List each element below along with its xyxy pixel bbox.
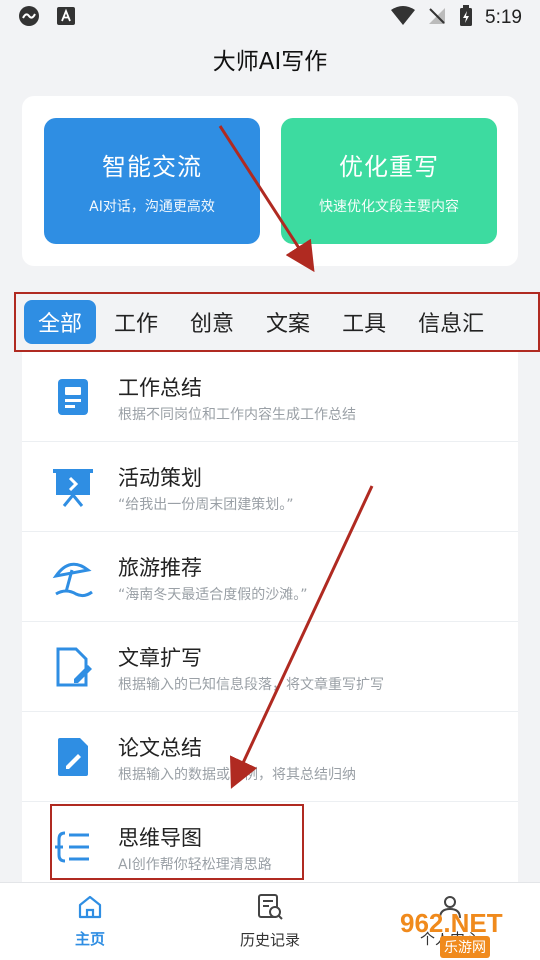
bottom-nav: 主页 历史记录 个人中心 (0, 882, 540, 960)
tab-copywriting[interactable]: 文案 (266, 306, 310, 338)
smart-chat-subtitle: AI对话，沟通更高效 (89, 198, 215, 215)
list-item-title: 文章扩写 (118, 646, 202, 670)
list-item-desc: AI创作帮你轻松理清思路 (118, 857, 272, 873)
tab-all[interactable]: 全部 (24, 300, 97, 344)
smart-chat-title: 智能交流 (102, 152, 202, 181)
list-item-paper-summary[interactable]: 论文总结 根据输入的数据或条例，将其总结归纳 (22, 712, 518, 802)
list-item-title: 论文总结 (118, 736, 202, 760)
app-notification-icon (18, 5, 40, 31)
feature-panel: 智能交流 AI对话，沟通更高效 优化重写 快速优化文段主要内容 (22, 96, 518, 266)
rewrite-title: 优化重写 (339, 152, 439, 181)
font-notification-icon (56, 6, 76, 30)
list-item-event-planning[interactable]: 活动策划 “给我出一份周末团建策划。” (22, 442, 518, 532)
list-item-title: 活动策划 (118, 466, 202, 490)
clock: 5:19 (485, 7, 522, 28)
list-item-work-summary[interactable]: 工作总结 根据不同岗位和工作内容生成工作总结 (22, 352, 518, 442)
presentation-icon (50, 464, 96, 510)
history-icon (256, 893, 284, 925)
status-bar: 5:19 (0, 0, 540, 36)
battery-icon (459, 5, 473, 31)
category-tabs: 全部 工作 创意 文案 工具 信息汇 (14, 292, 540, 352)
rewrite-subtitle: 快速优化文段主要内容 (319, 198, 459, 215)
nav-home-label: 主页 (74, 930, 105, 948)
smart-chat-card[interactable]: 智能交流 AI对话，沟通更高效 (44, 118, 260, 244)
tab-tools[interactable]: 工具 (342, 306, 386, 338)
list-item-mind-map[interactable]: 思维导图 AI创作帮你轻松理清思路 (22, 802, 518, 882)
list-item-desc: 根据不同岗位和工作内容生成工作总结 (118, 407, 356, 423)
list-item-title: 思维导图 (118, 826, 202, 850)
list-item-desc: “给我出一份周末团建策划。” (118, 497, 294, 513)
template-list: 工作总结 根据不同岗位和工作内容生成工作总结 活动策划 “给我出一份周末团建策划… (22, 352, 518, 882)
mind-map-icon (50, 824, 96, 870)
list-item-title: 旅游推荐 (118, 556, 202, 580)
tab-info[interactable]: 信息汇 (418, 306, 484, 338)
tab-creative[interactable]: 创意 (190, 306, 234, 338)
beach-umbrella-icon (50, 554, 96, 600)
rewrite-card[interactable]: 优化重写 快速优化文段主要内容 (281, 118, 497, 244)
home-icon (77, 894, 103, 924)
list-item-desc: 根据输入的已知信息段落，将文章重写扩写 (118, 677, 384, 693)
list-item-desc: 根据输入的数据或条例，将其总结归纳 (118, 767, 356, 783)
nav-profile-label: 个人中心 (419, 930, 480, 948)
file-edit-icon (50, 644, 96, 690)
profile-icon (437, 894, 463, 924)
wifi-icon (391, 6, 416, 30)
tab-work[interactable]: 工作 (114, 306, 158, 338)
app-title-bar: 大师AI写作 (0, 36, 540, 82)
signal-off-icon (427, 6, 447, 30)
nav-history[interactable]: 历史记录 (180, 883, 360, 960)
list-item-travel[interactable]: 旅游推荐 “海南冬天最适合度假的沙滩。” (22, 532, 518, 622)
document-icon (50, 374, 96, 420)
nav-history-label: 历史记录 (239, 931, 300, 949)
list-item-desc: “海南冬天最适合度假的沙滩。” (118, 587, 308, 603)
list-item-article-expand[interactable]: 文章扩写 根据输入的已知信息段落，将文章重写扩写 (22, 622, 518, 712)
app-title: 大师AI写作 (212, 49, 328, 75)
nav-profile[interactable]: 个人中心 (360, 883, 540, 960)
nav-home[interactable]: 主页 (0, 883, 180, 960)
list-item-title: 工作总结 (118, 376, 202, 400)
paper-edit-icon (50, 734, 96, 780)
